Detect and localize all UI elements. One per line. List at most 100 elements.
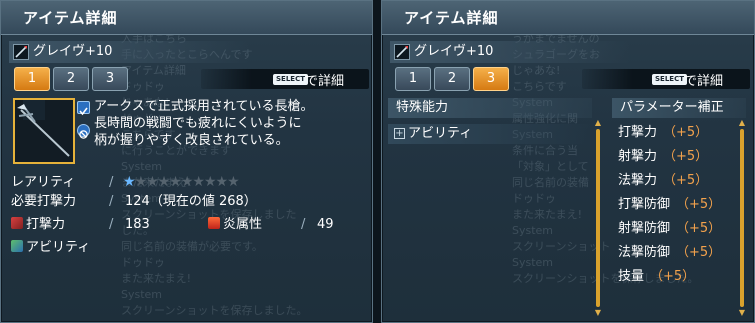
star-empty-icon: ★ bbox=[157, 174, 171, 190]
required-attack-value: 124（現在の値 268） bbox=[125, 194, 257, 209]
panel-title: アイテム詳細 bbox=[404, 9, 499, 27]
item-detail-panel-left: 入手はこちら手に入ったとこらへんですアイテム詳細ドゥドゥじゃあな!ドゥドゥこちら… bbox=[0, 0, 373, 323]
star-empty-icon: ★ bbox=[192, 174, 205, 190]
item-detail-panel-right: うがまでませんのシュラゴーグをおじゃあな!こちらですSystem属性強化に関Sy… bbox=[381, 0, 755, 323]
tab-3[interactable]: 3 bbox=[473, 67, 509, 91]
param-row: 打撃力 （+5） bbox=[618, 121, 728, 145]
scroll-thumb[interactable] bbox=[740, 129, 744, 307]
description-line-1: アークスで正式採用されている長槍。 bbox=[94, 99, 314, 114]
partisan-weapon-icon bbox=[394, 44, 410, 60]
separator: / bbox=[301, 217, 306, 232]
param-label: 射撃防御 bbox=[618, 221, 671, 236]
chat-log-line: System bbox=[121, 160, 163, 173]
param-value: （+5） bbox=[676, 221, 722, 236]
chat-log-line: ドゥドゥ bbox=[121, 256, 165, 269]
param-value: （+5） bbox=[663, 125, 709, 140]
scroll-up-icon[interactable]: ▲ bbox=[738, 119, 746, 127]
attack-label: 打撃力 bbox=[26, 217, 66, 232]
param-label: 打撃防御 bbox=[618, 197, 671, 212]
tab-3[interactable]: 3 bbox=[92, 67, 128, 91]
param-label: 打撃力 bbox=[618, 125, 658, 140]
ability-label: アビリティ bbox=[26, 240, 91, 255]
rarity-label: レアリティ bbox=[11, 175, 76, 190]
chat-log-line: 同じ名前の装備が必要です。 bbox=[121, 240, 263, 253]
element-stat: 炎属性 bbox=[208, 216, 262, 234]
special-ability-item[interactable]: + アビリティ bbox=[388, 124, 592, 144]
scroll-thumb[interactable] bbox=[596, 129, 600, 307]
item-name: グレイヴ+10 bbox=[33, 44, 113, 59]
select-detail-text: で詳細 bbox=[684, 74, 724, 89]
item-name-bar: グレイヴ+10 bbox=[9, 41, 249, 63]
star-empty-icon: ★ bbox=[146, 174, 159, 190]
select-key-badge: SELECT bbox=[273, 74, 308, 85]
tab-1[interactable]: 1 bbox=[395, 67, 431, 91]
required-attack-label: 必要打撃力 bbox=[11, 194, 77, 209]
striking-attack-icon bbox=[11, 217, 23, 229]
description-line-2: 長時間の戦闘でも疲れにくいように bbox=[94, 116, 302, 131]
scroll-down-icon[interactable]: ▼ bbox=[738, 309, 746, 317]
param-value: （+5） bbox=[676, 197, 722, 212]
param-label: 技量 bbox=[618, 269, 645, 284]
checkmark-icon bbox=[77, 101, 90, 116]
param-value: （+5） bbox=[650, 269, 696, 284]
item-image bbox=[13, 98, 75, 164]
no-entry-icon bbox=[77, 124, 90, 139]
description-line-3: 柄が握りやすく改良されている。 bbox=[94, 133, 289, 148]
chat-log-line: System bbox=[121, 288, 163, 301]
param-value: （+5） bbox=[663, 173, 709, 188]
title-bar: アイテム詳細 bbox=[1, 1, 372, 35]
item-side-icons bbox=[77, 101, 91, 147]
star-empty-icon: ★ bbox=[215, 174, 229, 190]
separator: / bbox=[109, 194, 114, 209]
param-row: 法撃力 （+5） bbox=[618, 169, 728, 193]
select-detail-text: で詳細 bbox=[305, 74, 345, 89]
star-empty-icon: ★ bbox=[169, 174, 182, 190]
panel-title: アイテム詳細 bbox=[23, 9, 118, 27]
select-detail-hint[interactable]: SELECT で詳細 bbox=[201, 69, 369, 89]
select-detail-hint[interactable]: SELECT で詳細 bbox=[582, 69, 750, 89]
param-row: 技量 （+5） bbox=[618, 265, 728, 289]
param-value: （+5） bbox=[676, 245, 722, 260]
fire-element-icon bbox=[208, 217, 220, 229]
panel-gap bbox=[373, 0, 381, 323]
ability-icon bbox=[11, 240, 23, 252]
special-ability-header: 特殊能力 bbox=[388, 98, 592, 118]
partisan-image-icon bbox=[17, 100, 70, 157]
chat-log-line: また来たまえ! bbox=[121, 272, 192, 285]
separator: / bbox=[109, 175, 114, 190]
param-row: 射撃力 （+5） bbox=[618, 145, 728, 169]
param-label: 法撃力 bbox=[618, 173, 658, 188]
scroll-down-icon[interactable]: ▼ bbox=[594, 309, 602, 317]
special-ability-label: アビリティ bbox=[408, 126, 473, 141]
param-label: 法撃防御 bbox=[618, 245, 671, 260]
parameter-bonus-header: パラメーター補正 bbox=[612, 98, 746, 118]
tab-1[interactable]: 1 bbox=[14, 67, 50, 91]
star-empty-icon: ★ bbox=[203, 174, 217, 190]
separator: / bbox=[109, 217, 114, 232]
item-description: アークスで正式採用されている長槍。 長時間の戦闘でも疲れにくいように 柄が握りや… bbox=[94, 98, 313, 149]
parameter-scrollbar[interactable]: ▲ ▼ bbox=[738, 119, 746, 317]
attack-value: 183 bbox=[125, 217, 150, 232]
star-empty-icon: ★ bbox=[134, 174, 148, 190]
tab-2[interactable]: 2 bbox=[53, 67, 89, 91]
expand-icon: + bbox=[394, 128, 405, 139]
scroll-up-icon[interactable]: ▲ bbox=[594, 119, 602, 127]
item-name: グレイヴ+10 bbox=[414, 44, 494, 59]
title-bar: アイテム詳細 bbox=[382, 1, 754, 35]
special-ability-scrollbar[interactable]: ▲ ▼ bbox=[594, 119, 602, 317]
element-label: 炎属性 bbox=[223, 217, 263, 232]
rarity-stars: ★★★★★★★★★★ bbox=[123, 174, 240, 190]
star-empty-icon: ★ bbox=[180, 174, 194, 190]
item-name-bar: グレイヴ+10 bbox=[390, 41, 630, 63]
partisan-weapon-icon bbox=[13, 44, 29, 60]
tab-2[interactable]: 2 bbox=[434, 67, 470, 91]
attack-stat: 打撃力 bbox=[11, 216, 65, 234]
param-label: 射撃力 bbox=[618, 149, 658, 164]
param-row: 法撃防御 （+5） bbox=[618, 241, 728, 265]
chat-log-line: スクリーンショットを保存しました。 bbox=[121, 304, 308, 317]
ability-row[interactable]: アビリティ bbox=[11, 239, 90, 257]
param-value: （+5） bbox=[663, 149, 709, 164]
param-row: 射撃防御 （+5） bbox=[618, 217, 728, 241]
param-row: 打撃防御 （+5） bbox=[618, 193, 728, 217]
star-empty-icon: ★ bbox=[227, 174, 240, 190]
